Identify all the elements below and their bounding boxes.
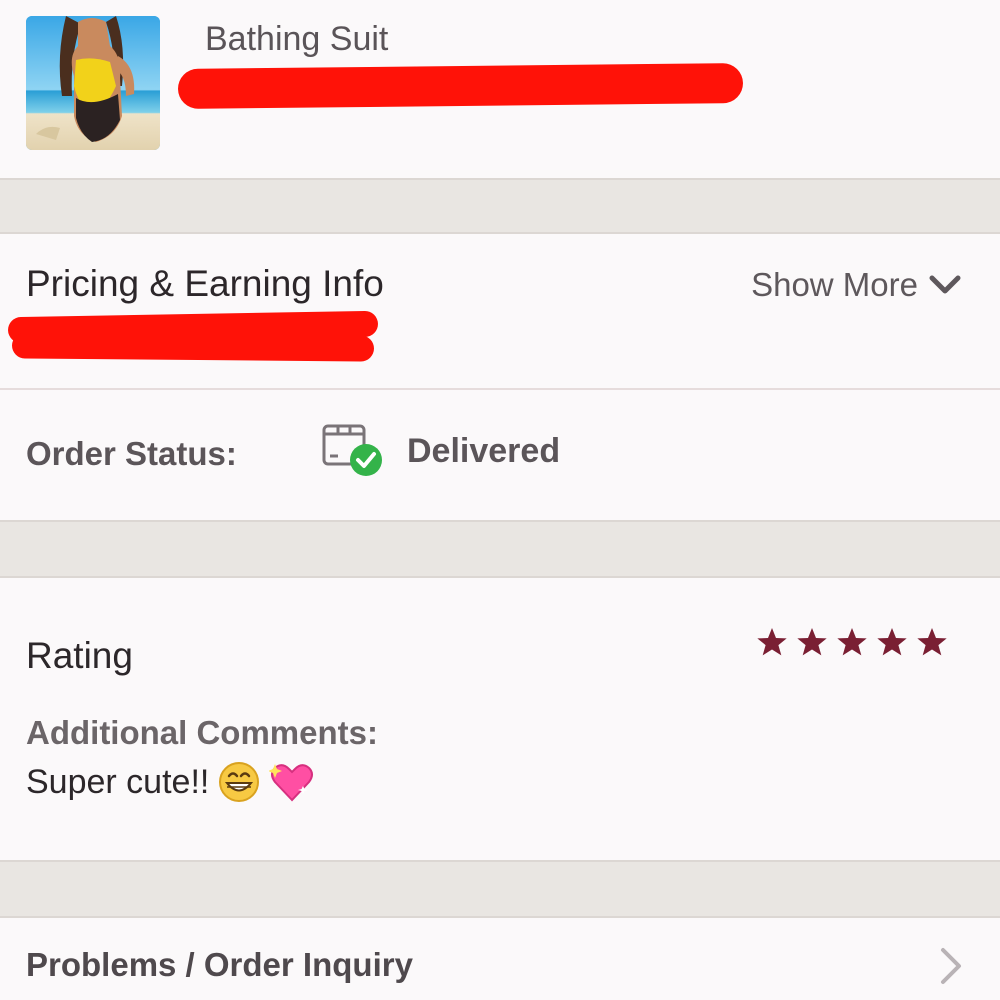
item-thumbnail[interactable] xyxy=(26,16,160,150)
section-separator xyxy=(0,520,1000,578)
item-section: Bathing Suit xyxy=(0,0,1000,178)
section-separator xyxy=(0,178,1000,234)
pricing-section xyxy=(0,234,1000,388)
chevron-right-icon xyxy=(941,948,961,984)
star-icon xyxy=(917,628,947,656)
swimsuit-photo-icon xyxy=(26,16,160,150)
star-icon xyxy=(877,628,907,656)
section-separator xyxy=(0,860,1000,918)
order-detail-page: Bathing Suit Pricing & Earning Info Show… xyxy=(0,0,1000,1000)
problems-label: Problems / Order Inquiry xyxy=(26,946,413,983)
star-icon xyxy=(837,628,867,656)
show-more-label: Show More xyxy=(751,266,918,303)
star-icon xyxy=(797,628,827,656)
item-title: Bathing Suit xyxy=(205,20,389,58)
order-status-label: Order Status: xyxy=(26,435,237,472)
star-rating xyxy=(756,626,948,658)
pricing-title: Pricing & Earning Info xyxy=(26,263,384,304)
grinning-face-icon xyxy=(219,762,260,802)
order-status-value: Delivered xyxy=(407,432,561,470)
chevron-down-icon xyxy=(929,275,961,294)
star-icon xyxy=(757,628,787,656)
comment-text-row: Super cute!! xyxy=(26,760,315,804)
redaction-mark xyxy=(11,332,375,362)
rating-title: Rating xyxy=(26,635,133,676)
sparkling-heart-icon xyxy=(269,764,314,802)
package-delivered-icon xyxy=(320,420,384,480)
additional-comments-label: Additional Comments: xyxy=(26,714,378,751)
problems-order-inquiry-row[interactable]: Problems / Order Inquiry xyxy=(0,918,1000,1000)
comment-text: Super cute!! xyxy=(26,762,210,801)
show-more-button[interactable]: Show More xyxy=(751,266,962,304)
redaction-mark xyxy=(177,63,744,109)
